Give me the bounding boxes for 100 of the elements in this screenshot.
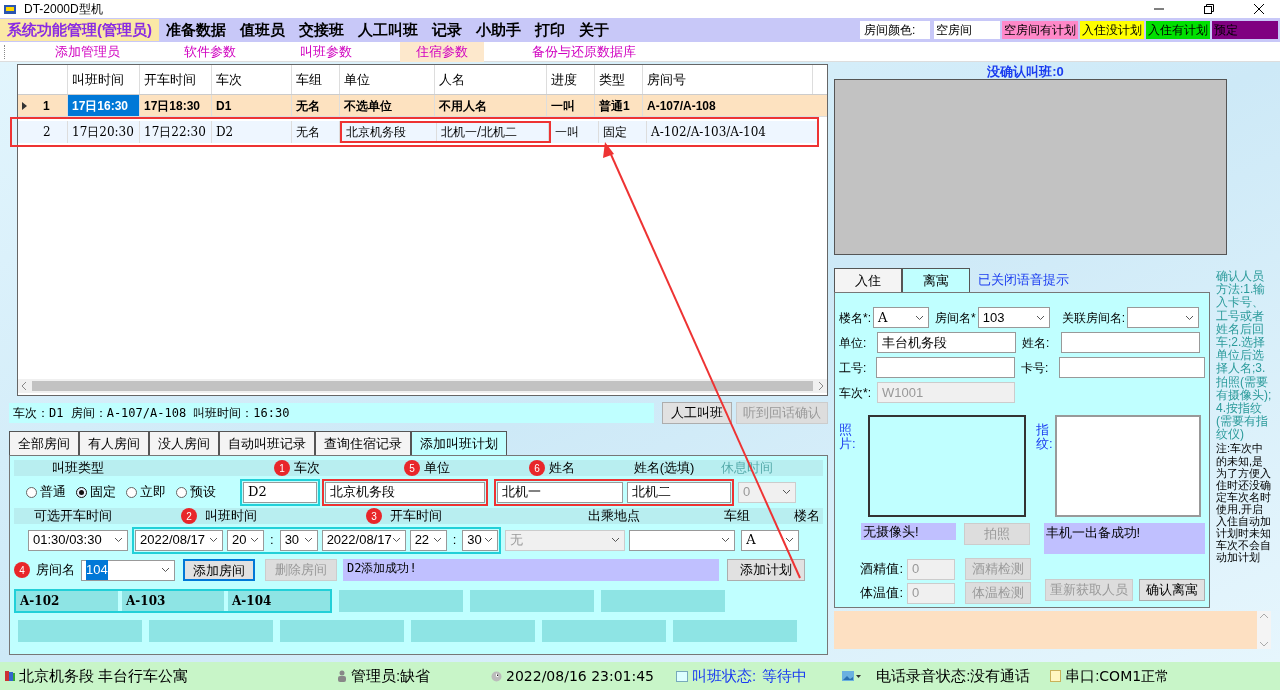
radio-icon[interactable] [76, 486, 87, 498]
radio-icon[interactable] [26, 486, 37, 498]
room-tile[interactable] [470, 590, 594, 612]
toolbar-item[interactable]: 住宿参数 [400, 41, 484, 62]
row-header[interactable]: 2 [18, 121, 68, 143]
restore-icon[interactable] [1204, 4, 1214, 14]
add-plan-button[interactable]: 添加计划 [727, 559, 805, 581]
scroll-down-icon[interactable] [1260, 642, 1268, 647]
column-header[interactable]: 单位 [340, 65, 435, 94]
room-tile[interactable]: A-102 [16, 591, 118, 611]
menu-item[interactable]: 交接班 [292, 19, 351, 41]
caret-icon [391, 537, 401, 543]
close-icon[interactable] [1254, 4, 1264, 14]
table-cell: 17日20:30 [68, 121, 140, 143]
field-label: 车次*: [839, 384, 872, 402]
dropdown[interactable]: 01:30/03:30 [28, 529, 128, 551]
dropdown[interactable]: 30 [462, 529, 499, 551]
scroll-left-icon[interactable] [20, 382, 28, 390]
radio-icon[interactable] [176, 486, 187, 498]
legend-swatch: 空房间有计划 [1002, 21, 1078, 39]
column-header[interactable]: 车次 [212, 65, 292, 94]
input-field[interactable]: 丰台机务段 [877, 332, 1016, 353]
column-header[interactable]: 类型 [595, 65, 643, 94]
room-tile[interactable] [673, 620, 797, 642]
room-tile[interactable]: A-104 [228, 591, 330, 611]
room-tile[interactable] [542, 620, 666, 642]
input-field[interactable]: 北机一 [497, 481, 623, 503]
image-icon[interactable] [842, 670, 863, 682]
menu-item[interactable]: 记录 [425, 19, 469, 41]
window-title: DT-2000D型机 [24, 1, 104, 18]
add-room-button[interactable]: 添加房间 [183, 559, 255, 581]
tab[interactable]: 全部房间 [9, 431, 79, 455]
menu-item[interactable]: 人工叫班 [351, 19, 425, 41]
dropdown[interactable]: 2022/08/17 [321, 529, 406, 551]
dropdown[interactable]: A [741, 529, 800, 551]
input-field[interactable]: 北京机务段 [325, 481, 485, 503]
table-row[interactable]: 2 17日20:30 17日22:30 D2 无名 北京机务段 北机一/北机二 一叫 固定 A-102/A-103/A-104 [10, 117, 819, 147]
column-header[interactable]: 房间号 [643, 65, 813, 94]
room-tile[interactable] [280, 620, 404, 642]
input-field[interactable] [1059, 357, 1205, 378]
column-header[interactable]: 车组 [292, 65, 340, 94]
dropdown[interactable]: 20 [227, 529, 264, 551]
dropdown[interactable]: 30 [279, 529, 318, 551]
toolbar-item[interactable]: 备份与还原数据库 [516, 41, 652, 62]
tab[interactable]: 入住 [834, 268, 902, 292]
dropdown[interactable] [629, 529, 736, 551]
manual-call-button[interactable]: 人工叫班 [662, 402, 732, 424]
menu-item[interactable]: 准备数据 [159, 19, 233, 41]
menu-item[interactable]: 小助手 [469, 19, 528, 41]
scroll-right-icon[interactable] [817, 382, 825, 390]
tab[interactable]: 添加叫班计划 [411, 431, 507, 455]
column-header[interactable]: 叫班时间 [68, 65, 140, 94]
table-cell: 不用人名 [435, 95, 547, 116]
room-tile[interactable] [149, 620, 273, 642]
field-label: 可选开车时间 [34, 507, 112, 526]
horizontal-scrollbar[interactable] [18, 379, 827, 393]
caret-icon [484, 537, 494, 543]
dropdown[interactable]: 22 [409, 529, 447, 551]
radio-label[interactable]: 固定 [90, 482, 116, 502]
table-cell: 固定 [599, 121, 647, 143]
time-separator: : [451, 531, 458, 550]
dropdown[interactable] [1127, 307, 1200, 328]
column-header[interactable]: 人名 [435, 65, 547, 94]
radio-label[interactable]: 普通 [40, 482, 66, 502]
radio-label[interactable]: 立即 [140, 482, 166, 502]
tab[interactable]: 自动叫班记录 [219, 431, 315, 455]
menu-item[interactable]: 关于 [572, 19, 616, 41]
input-field[interactable] [1061, 332, 1200, 353]
scroll-up-icon[interactable] [1260, 613, 1268, 618]
room-tile[interactable] [411, 620, 535, 642]
tab[interactable]: 有人房间 [79, 431, 149, 455]
toolbar-item[interactable]: 软件参数 [168, 41, 252, 62]
room-tile[interactable]: A-103 [122, 591, 224, 611]
dropdown[interactable]: 2022/08/17 [135, 529, 223, 551]
input-field[interactable]: D2 [243, 481, 317, 503]
dropdown[interactable]: 103 [977, 307, 1050, 328]
input-field[interactable] [876, 357, 1015, 378]
confirm-checkout-button[interactable]: 确认离寓 [1139, 579, 1205, 601]
tab[interactable]: 离寓 [902, 268, 970, 292]
tab[interactable]: 没人房间 [149, 431, 219, 455]
toolbar-item[interactable]: 叫班参数 [284, 41, 368, 62]
dropdown[interactable]: 104 [81, 559, 175, 581]
menu-item[interactable]: 值班员 [233, 19, 292, 41]
dropdown[interactable]: A [873, 307, 929, 328]
vertical-scrollbar[interactable] [1257, 611, 1271, 649]
caret-icon [250, 537, 259, 543]
table-row[interactable]: 1 17日16:30 17日18:30 D1 无名 不选单位 不用人名 一叫 普通1 A-107/A-108 [18, 95, 827, 117]
tab[interactable]: 查询住宿记录 [315, 431, 411, 455]
toolbar-item[interactable]: 添加管理员 [39, 41, 136, 62]
radio-label[interactable]: 预设 [190, 482, 216, 502]
column-header[interactable]: 进度 [547, 65, 595, 94]
room-tile[interactable] [339, 590, 463, 612]
column-header[interactable]: 开车时间 [140, 65, 212, 94]
menu-item[interactable]: 打印 [528, 19, 572, 41]
room-tile[interactable] [18, 620, 142, 642]
method-note: 确认人员方法:1.输入卡号、工号或者姓名后回车;2.选择单位后选择人名;3.拍照(需要有摄像头);4.按指纹(需要有指纹仪) [1216, 270, 1272, 442]
radio-icon[interactable] [126, 486, 137, 498]
room-tile[interactable] [601, 590, 725, 612]
input-field[interactable]: 北机二 [627, 481, 731, 503]
menu-item[interactable]: 系统功能管理(管理员) [0, 19, 159, 41]
